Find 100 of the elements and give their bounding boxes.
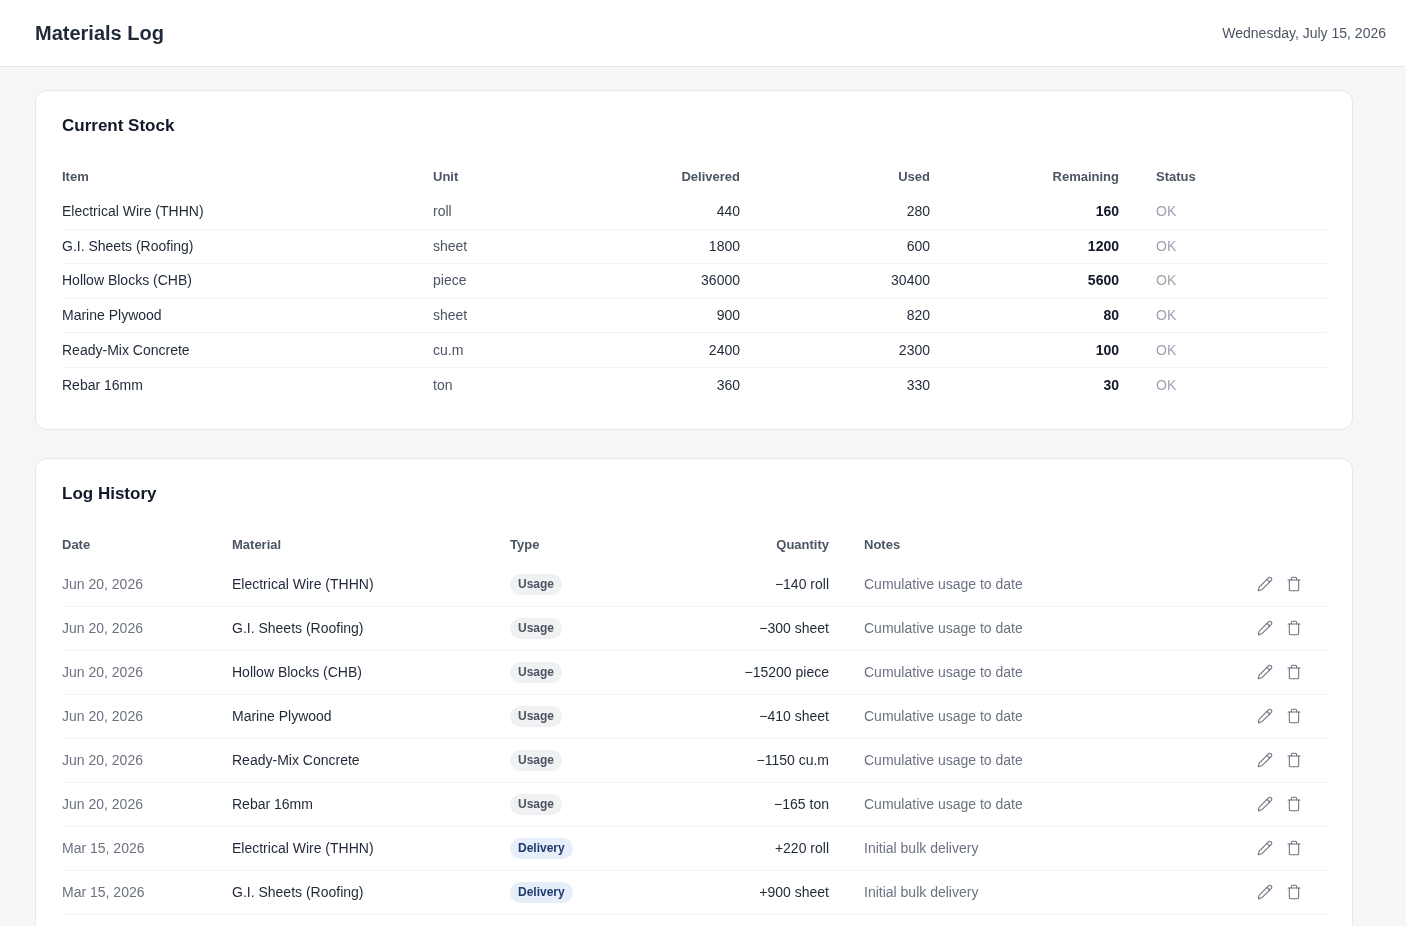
notes-cell: Cumulative usage to date: [864, 751, 1023, 768]
trash-icon: [1286, 840, 1302, 857]
card-title: Log History: [62, 482, 158, 505]
delivered-value: 2400: [708, 341, 740, 358]
notes-cell: Initial bulk delivery: [864, 883, 979, 900]
material-name: Marine Plywood: [232, 707, 332, 724]
used-value: 600: [906, 237, 930, 254]
item-name: Hollow Blocks (CHB): [62, 272, 192, 289]
quantity-cell: −15200 piece: [744, 663, 829, 680]
quantity-cell: −300 sheet: [759, 619, 829, 636]
quantity-cell: −410 sheet: [759, 707, 829, 724]
type-badge: Usage: [510, 662, 563, 684]
pencil-icon: [1257, 708, 1273, 725]
quantity-cell: −140 roll: [774, 575, 829, 592]
material-name: Electrical Wire (THHN): [232, 839, 374, 856]
notes-cell: Cumulative usage to date: [864, 795, 1023, 812]
remaining-value: 80: [1103, 307, 1119, 324]
column-header: Item: [62, 169, 89, 184]
pencil-icon: [1257, 576, 1273, 593]
remaining-value: 160: [1095, 203, 1119, 220]
status-text: OK: [1156, 341, 1177, 358]
column-header: Quantity: [776, 536, 829, 552]
used-value: 280: [906, 203, 930, 220]
date-cell: Jun 20, 2026: [62, 795, 143, 812]
type-badge: Delivery: [510, 838, 573, 860]
quantity-cell: −1150 cu.m: [756, 751, 829, 768]
unit-cell: ton: [433, 376, 453, 393]
column-header: Remaining: [1052, 169, 1119, 184]
trash-icon: [1286, 576, 1302, 593]
delivered-value: 360: [716, 376, 740, 393]
notes-cell: Cumulative usage to date: [864, 663, 1023, 680]
column-header: Notes: [864, 536, 901, 552]
notes-cell: Cumulative usage to date: [864, 619, 1023, 636]
used-value: 330: [906, 376, 930, 393]
unit-cell: sheet: [433, 237, 468, 254]
material-name: Hollow Blocks (CHB): [232, 663, 362, 680]
notes-cell: Cumulative usage to date: [864, 575, 1023, 592]
date-cell: Mar 15, 2026: [62, 839, 145, 856]
item-name: Ready-Mix Concrete: [62, 341, 190, 358]
type-badge: Usage: [510, 574, 563, 596]
column-header: Material: [232, 536, 282, 552]
pencil-icon: [1257, 620, 1273, 637]
column-header: Type: [510, 536, 540, 552]
date-cell: Jun 20, 2026: [62, 575, 143, 592]
remaining-value: 30: [1103, 376, 1119, 393]
material-name: G.I. Sheets (Roofing): [232, 619, 364, 636]
column-header: Delivered: [681, 169, 740, 184]
trash-icon: [1286, 620, 1302, 637]
current-date: Wednesday, July 15, 2026: [1222, 23, 1386, 43]
trash-icon: [1286, 796, 1302, 813]
trash-icon: [1286, 884, 1302, 901]
type-badge: Usage: [510, 794, 563, 816]
item-name: Rebar 16mm: [62, 376, 143, 393]
quantity-cell: −165 ton: [774, 795, 829, 812]
date-cell: Jun 20, 2026: [62, 663, 143, 680]
type-badge: Usage: [510, 750, 563, 772]
material-name: G.I. Sheets (Roofing): [232, 883, 364, 900]
quantity-cell: +900 sheet: [759, 883, 829, 900]
used-value: 2300: [898, 341, 930, 358]
pencil-icon: [1257, 664, 1273, 681]
notes-cell: Cumulative usage to date: [864, 707, 1023, 724]
unit-cell: cu.m: [433, 341, 464, 358]
delivered-value: 36000: [701, 272, 740, 289]
status-text: OK: [1156, 376, 1177, 393]
material-name: Ready-Mix Concrete: [232, 751, 360, 768]
pencil-icon: [1257, 796, 1273, 813]
date-cell: Mar 15, 2026: [62, 883, 145, 900]
column-header: Status: [1156, 169, 1196, 184]
status-text: OK: [1156, 237, 1177, 254]
column-header: Used: [898, 169, 930, 184]
type-badge: Usage: [510, 706, 563, 728]
quantity-cell: +220 roll: [774, 839, 829, 856]
delivered-value: 900: [716, 307, 740, 324]
pencil-icon: [1257, 752, 1273, 769]
date-cell: Jun 20, 2026: [62, 707, 143, 724]
status-text: OK: [1156, 203, 1177, 220]
status-text: OK: [1156, 307, 1177, 324]
column-header: Date: [62, 536, 91, 552]
date-cell: Jun 20, 2026: [62, 619, 143, 636]
item-name: Marine Plywood: [62, 307, 162, 324]
unit-cell: roll: [433, 203, 452, 220]
used-value: 30400: [891, 272, 930, 289]
status-text: OK: [1156, 272, 1177, 289]
type-badge: Delivery: [510, 882, 573, 904]
delivered-value: 440: [716, 203, 740, 220]
type-badge: Usage: [510, 618, 563, 640]
column-header: Unit: [433, 169, 459, 184]
material-name: Electrical Wire (THHN): [232, 575, 374, 592]
unit-cell: sheet: [433, 307, 468, 324]
pencil-icon: [1257, 840, 1273, 857]
remaining-value: 100: [1095, 341, 1119, 358]
item-name: G.I. Sheets (Roofing): [62, 237, 194, 254]
item-name: Electrical Wire (THHN): [62, 203, 204, 220]
pencil-icon: [1257, 884, 1273, 901]
notes-cell: Initial bulk delivery: [864, 839, 979, 856]
page-title: Materials Log: [35, 21, 164, 46]
trash-icon: [1286, 664, 1302, 681]
trash-icon: [1286, 708, 1302, 725]
unit-cell: piece: [433, 272, 467, 289]
remaining-value: 1200: [1087, 237, 1119, 254]
